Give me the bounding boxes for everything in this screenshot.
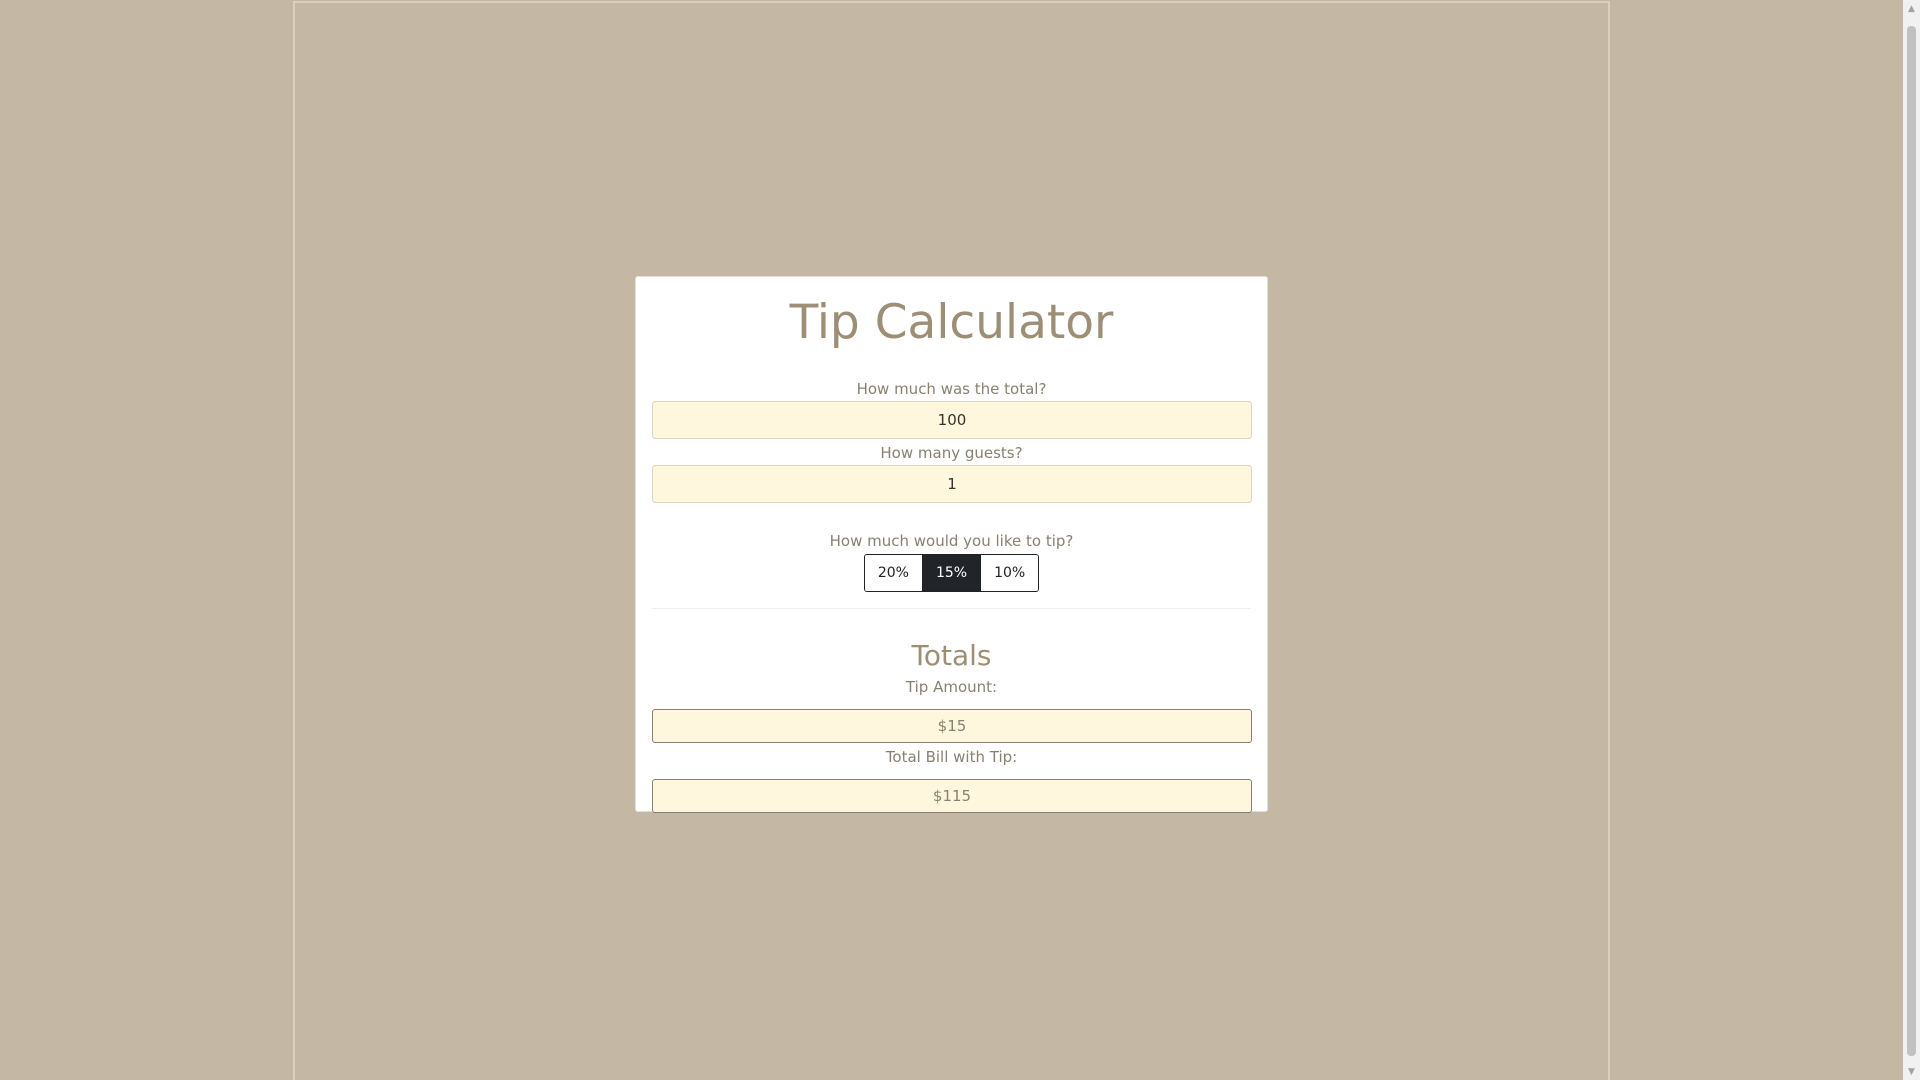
- tip-question-label: How much would you like to tip?: [829, 532, 1074, 550]
- tip-calculator-card: Tip Calculator How much was the total? H…: [635, 276, 1268, 813]
- vertical-scrollbar[interactable]: ▲ ▼: [1903, 0, 1920, 1080]
- totals-heading: Totals: [911, 639, 992, 672]
- scroll-up-arrow-icon[interactable]: ▲: [1903, 0, 1920, 17]
- total-label: How much was the total?: [856, 380, 1047, 398]
- tip-button-group: 20% 15% 10%: [863, 554, 1040, 592]
- guests-input[interactable]: [652, 465, 1252, 503]
- scroll-thumb[interactable]: [1907, 26, 1916, 1056]
- total-bill-output: $115: [652, 779, 1252, 813]
- guests-label: How many guests?: [880, 444, 1023, 462]
- total-bill-label: Total Bill with Tip:: [885, 748, 1018, 766]
- tip-20-button[interactable]: 20%: [864, 555, 923, 591]
- tip-15-button[interactable]: 15%: [922, 555, 982, 591]
- total-input[interactable]: [652, 401, 1252, 439]
- section-divider: [652, 608, 1251, 609]
- tip-amount-label: Tip Amount:: [905, 678, 998, 696]
- page-title: Tip Calculator: [789, 295, 1114, 350]
- tip-10-button[interactable]: 10%: [981, 555, 1039, 591]
- scroll-down-arrow-icon[interactable]: ▼: [1903, 1063, 1920, 1080]
- tip-amount-output: $15: [652, 709, 1252, 743]
